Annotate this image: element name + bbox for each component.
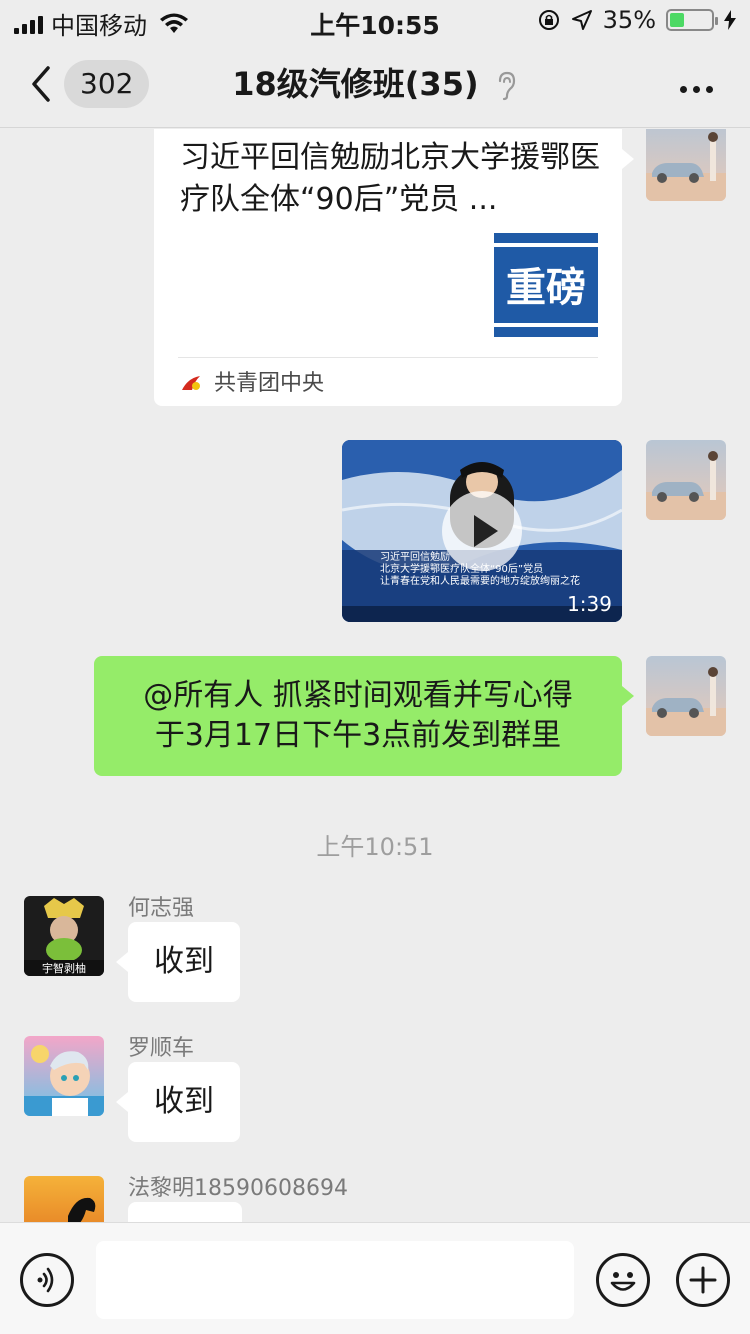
- status-right: 35%: [537, 6, 736, 34]
- sender-name: 何志强: [128, 896, 195, 921]
- video-caption-line: 让青春在党和人民最需要的地方绽放绚丽之花: [380, 576, 580, 587]
- avatar-image: [646, 656, 726, 736]
- emoji-icon[interactable]: [596, 1253, 650, 1307]
- avatar-image: [646, 440, 726, 520]
- more-options-icon[interactable]: [680, 78, 720, 93]
- member-text-message[interactable]: 收到: [116, 922, 240, 1002]
- voice-input-icon[interactable]: [20, 1253, 74, 1307]
- battery-fill: [670, 13, 684, 27]
- sender-name: 法黎明18590608694: [128, 1176, 348, 1201]
- article-title: 习近平回信勉励北京大学援鄂医疗队全体“90后”党员 ...: [180, 140, 600, 217]
- avatar-image: [24, 1036, 104, 1116]
- nav-bar: 302 18级汽修班(35): [0, 40, 750, 128]
- card-divider: [178, 357, 598, 358]
- sender-name: 罗顺车: [128, 1036, 195, 1061]
- charging-icon: [724, 10, 736, 30]
- article-thumbnail: 重磅: [494, 233, 598, 337]
- avatar-caption: 宇智剥柚: [42, 961, 86, 975]
- play-button-icon[interactable]: [442, 491, 522, 571]
- article-source-name: 共青团中央: [214, 371, 325, 396]
- message-line: @所有人 抓紧时间观看并写心得: [143, 678, 573, 713]
- input-bar: [0, 1222, 750, 1334]
- add-more-icon[interactable]: [676, 1253, 730, 1307]
- article-source: 共青团中央: [180, 369, 324, 399]
- chat-messages[interactable]: 习近平回信勉励北京大学援鄂医疗队全体“90后”党员 ... 重磅 共青团中央 习…: [0, 129, 750, 1222]
- message-input[interactable]: [96, 1241, 574, 1319]
- status-bar: 中国移动 上午10:55 35%: [0, 0, 750, 40]
- member-avatar[interactable]: [24, 1176, 104, 1222]
- battery-icon: [666, 9, 718, 31]
- video-message[interactable]: 习近平回信勉励 北京大学援鄂医疗队全体“90后”党员 让青春在党和人民最需要的地…: [342, 440, 622, 622]
- message-timestamp: 上午10:51: [316, 833, 434, 861]
- avatar-image: [24, 1176, 104, 1222]
- self-avatar[interactable]: [646, 656, 726, 736]
- earpiece-mode-icon: [498, 71, 515, 101]
- message-line: 于3月17日下午3点前发到群里: [154, 718, 562, 753]
- member-avatar[interactable]: [24, 1036, 104, 1116]
- league-flag-icon: [182, 376, 200, 390]
- chat-title-text: 18级汽修班(35): [232, 65, 479, 103]
- member-text-message[interactable]: 收到: [116, 1062, 240, 1142]
- avatar-image: 宇智剥柚: [24, 896, 104, 976]
- self-avatar[interactable]: [646, 129, 726, 201]
- battery-percent: 35%: [602, 6, 656, 34]
- video-duration: 1:39: [567, 592, 612, 616]
- self-text-message[interactable]: @所有人 抓紧时间观看并写心得 于3月17日下午3点前发到群里: [94, 656, 634, 776]
- orientation-lock-icon: [538, 10, 559, 30]
- member-text-message[interactable]: [128, 1202, 242, 1222]
- thumbnail-text: 重磅: [506, 265, 586, 311]
- chat-title: 18级汽修班(35): [0, 62, 750, 106]
- article-card[interactable]: 习近平回信勉励北京大学援鄂医疗队全体“90后”党员 ... 重磅 共青团中央: [154, 129, 634, 406]
- self-avatar[interactable]: [646, 440, 726, 520]
- location-icon: [571, 10, 592, 30]
- avatar-image: [646, 129, 726, 201]
- member-avatar[interactable]: 宇智剥柚: [24, 896, 104, 976]
